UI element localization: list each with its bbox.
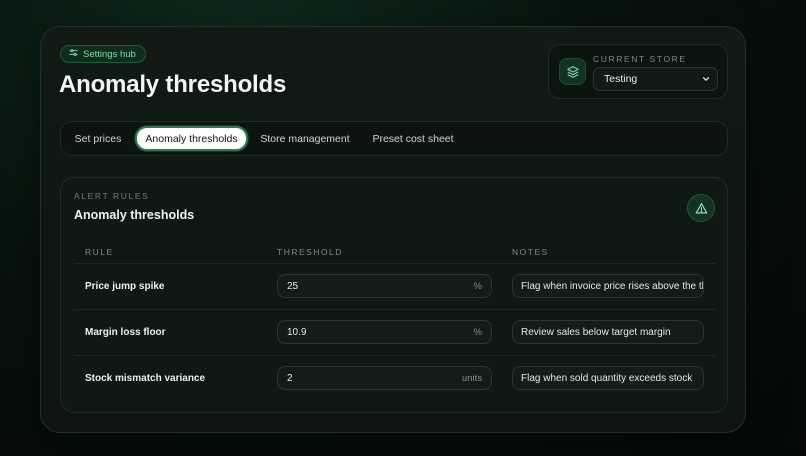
settings-hub-badge[interactable]: Settings hub	[60, 45, 146, 63]
alert-rules-panel: ALERT RULES Anomaly thresholds RULE THRE…	[60, 177, 728, 413]
layers-icon	[559, 58, 586, 85]
row-divider	[74, 355, 716, 356]
settings-card: Settings hub Anomaly thresholds CURRENT …	[40, 26, 746, 433]
current-store-label: CURRENT STORE	[593, 54, 687, 64]
threshold-unit: units	[461, 372, 482, 384]
current-store-panel: CURRENT STORE Testing	[548, 44, 728, 99]
row-divider	[74, 309, 716, 310]
warning-triangle-icon[interactable]	[687, 194, 715, 222]
tab-store-management[interactable]: Store management	[254, 126, 356, 151]
threshold-unit: %	[473, 326, 482, 338]
notes-input[interactable]: Review sales below target margin	[512, 320, 704, 344]
threshold-value: 25	[287, 280, 299, 292]
rule-name: Margin loss floor	[85, 327, 166, 338]
tab-preset-cost-sheet[interactable]: Preset cost sheet	[366, 126, 460, 151]
rule-name: Stock mismatch variance	[85, 373, 206, 384]
threshold-input[interactable]: 25 %	[277, 274, 492, 298]
chevron-down-icon	[702, 77, 710, 81]
sliders-icon	[69, 48, 78, 60]
alert-rules-title: Anomaly thresholds	[74, 208, 195, 222]
page-title: Anomaly thresholds	[59, 71, 287, 98]
row-divider	[74, 263, 716, 264]
alert-rules-eyebrow: ALERT RULES	[74, 191, 150, 201]
column-header-notes: NOTES	[512, 247, 549, 257]
column-header-threshold: THRESHOLD	[277, 247, 343, 257]
notes-input[interactable]: Flag when invoice price rises above the …	[512, 274, 704, 298]
store-select[interactable]: Testing	[593, 67, 718, 91]
threshold-value: 10.9	[287, 326, 307, 338]
tab-set-prices[interactable]: Set prices	[67, 126, 129, 151]
settings-tabs: Set prices Anomaly thresholds Store mana…	[60, 121, 728, 156]
rule-name: Price jump spike	[85, 281, 165, 292]
threshold-input[interactable]: 2 units	[277, 366, 492, 390]
column-header-rule: RULE	[85, 247, 114, 257]
store-select-value: Testing	[604, 73, 638, 85]
threshold-value: 2	[287, 372, 293, 384]
notes-input[interactable]: Flag when sold quantity exceeds stock	[512, 366, 704, 390]
settings-hub-label: Settings hub	[83, 48, 136, 60]
threshold-unit: %	[473, 280, 482, 292]
tab-anomaly-thresholds[interactable]: Anomaly thresholds	[135, 126, 248, 151]
threshold-input[interactable]: 10.9 %	[277, 320, 492, 344]
